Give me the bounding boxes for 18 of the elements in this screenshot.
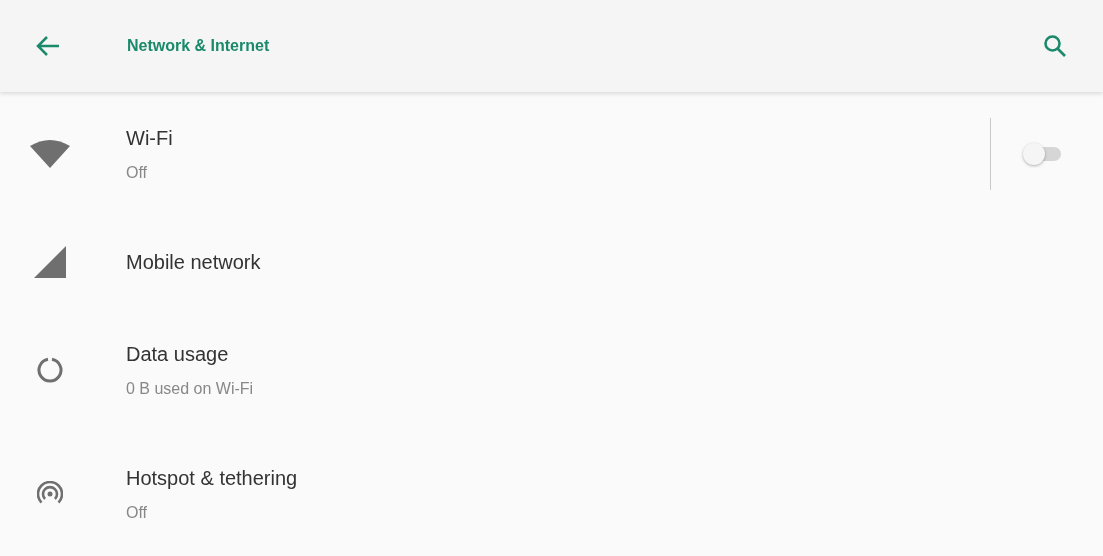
data-usage-icon xyxy=(37,357,63,383)
settings-item[interactable]: Mobile network xyxy=(0,216,1103,308)
page-title: Network & Internet xyxy=(127,36,270,56)
item-title: Data usage xyxy=(126,342,230,367)
item-summary: 0 B used on Wi-Fi xyxy=(126,379,254,399)
signal-icon xyxy=(34,246,66,278)
item-summary: Off xyxy=(126,163,149,183)
wifi-icon xyxy=(30,140,70,168)
settings-item[interactable]: Data usage 0 B used on Wi-Fi xyxy=(0,308,1103,432)
toggle-switch[interactable] xyxy=(1023,143,1063,165)
settings-item[interactable]: Wi-Fi Off xyxy=(0,92,1103,216)
item-title: Wi-Fi xyxy=(126,126,173,151)
item-title: Mobile network xyxy=(126,250,261,275)
item-title: Hotspot & tethering xyxy=(126,466,298,491)
back-arrow-icon[interactable] xyxy=(36,35,60,57)
item-summary: Off xyxy=(126,503,149,523)
settings-item[interactable]: Hotspot & tethering Off xyxy=(0,432,1103,556)
search-icon[interactable] xyxy=(1043,34,1067,58)
